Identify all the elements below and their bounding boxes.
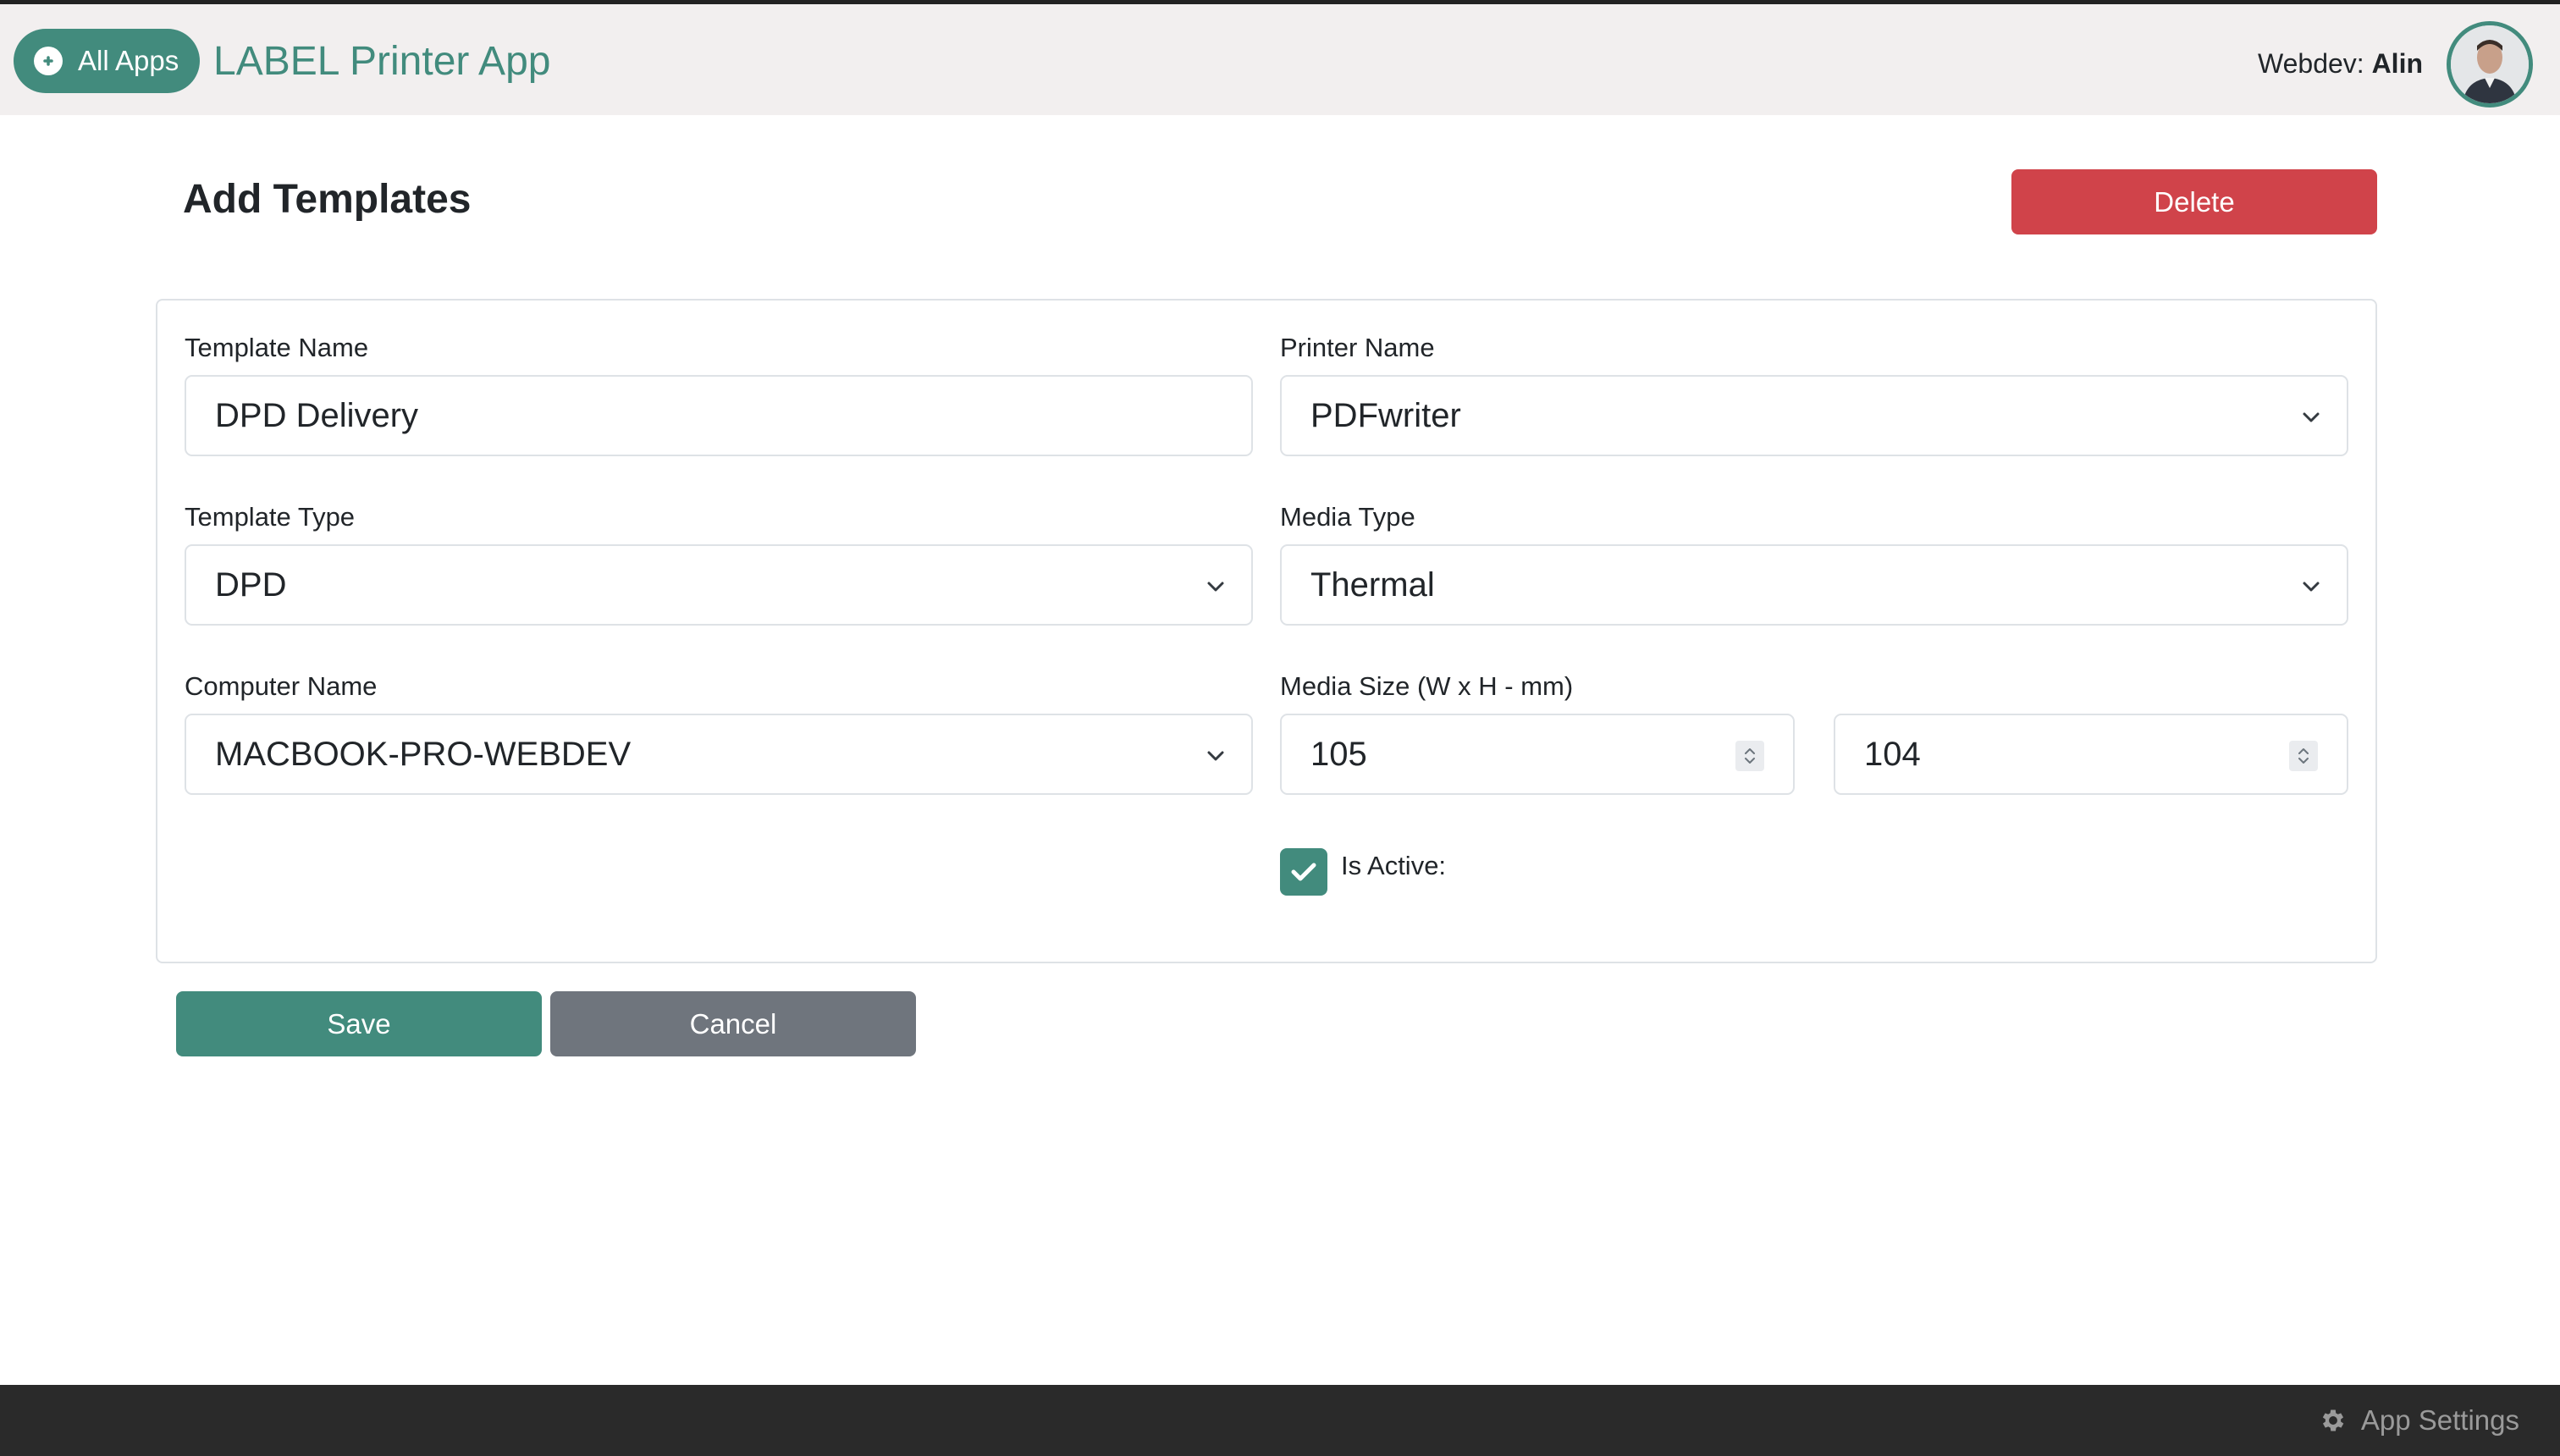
media-width-value: 105 [1310, 735, 1367, 773]
app-settings-label: App Settings [2360, 1404, 2519, 1436]
template-type-value: DPD [215, 565, 287, 604]
delete-button[interactable]: Delete [2011, 169, 2377, 234]
top-navbar: All Apps LABEL Printer App Webdev: Alin [0, 0, 2560, 115]
user-prefix: Webdev: [2257, 48, 2364, 79]
computer-name-value: MACBOOK-PRO-WEBDEV [215, 735, 632, 773]
template-name-input[interactable]: DPD Delivery [185, 375, 1253, 456]
template-name-label: Template Name [185, 333, 369, 362]
media-type-value: Thermal [1310, 565, 1435, 604]
printer-name-value: PDFwriter [1310, 396, 1461, 434]
avatar[interactable] [2447, 21, 2533, 108]
printer-name-label: Printer Name [1280, 333, 1435, 362]
chevron-down-icon [1207, 751, 1224, 761]
template-type-label: Template Type [185, 502, 356, 532]
app-title: LABEL Printer App [213, 39, 551, 84]
media-type-label: Media Type [1280, 502, 1415, 532]
gear-icon [2322, 1409, 2344, 1431]
printer-name-select[interactable]: PDFwriter [1280, 375, 2348, 456]
cancel-button[interactable]: Cancel [550, 991, 916, 1056]
chevron-down-icon [2303, 582, 2320, 592]
footer-bar: App Settings [0, 1385, 2560, 1456]
is-active-label: Is Active: [1341, 851, 1447, 880]
user-label: Webdev: Alin [2258, 47, 2423, 80]
is-active-checkbox[interactable] [1280, 848, 1327, 896]
computer-name-label: Computer Name [185, 671, 378, 701]
plus-circle-icon [34, 47, 63, 75]
spinner-arrows-icon[interactable] [1735, 741, 1764, 771]
template-name-value: DPD Delivery [215, 396, 419, 434]
app-settings-link[interactable]: App Settings [2319, 1404, 2519, 1437]
media-width-input[interactable]: 105 [1280, 714, 1795, 795]
save-button[interactable]: Save [176, 991, 542, 1056]
all-apps-button[interactable]: All Apps [14, 29, 200, 93]
media-size-label: Media Size (W x H - mm) [1280, 671, 1574, 701]
spinner-arrows-icon[interactable] [2289, 741, 2318, 771]
chevron-down-icon [1207, 582, 1224, 592]
check-icon [1291, 863, 1316, 881]
media-height-input[interactable]: 104 [1834, 714, 2348, 795]
computer-name-select[interactable]: MACBOOK-PRO-WEBDEV [185, 714, 1253, 795]
media-type-select[interactable]: Thermal [1280, 544, 2348, 626]
page-title: Add Templates [183, 177, 472, 222]
user-name: Alin [2371, 48, 2423, 79]
all-apps-label: All Apps [78, 45, 179, 76]
chevron-down-icon [2303, 412, 2320, 422]
template-type-select[interactable]: DPD [185, 544, 1253, 626]
media-height-value: 104 [1864, 735, 1921, 773]
